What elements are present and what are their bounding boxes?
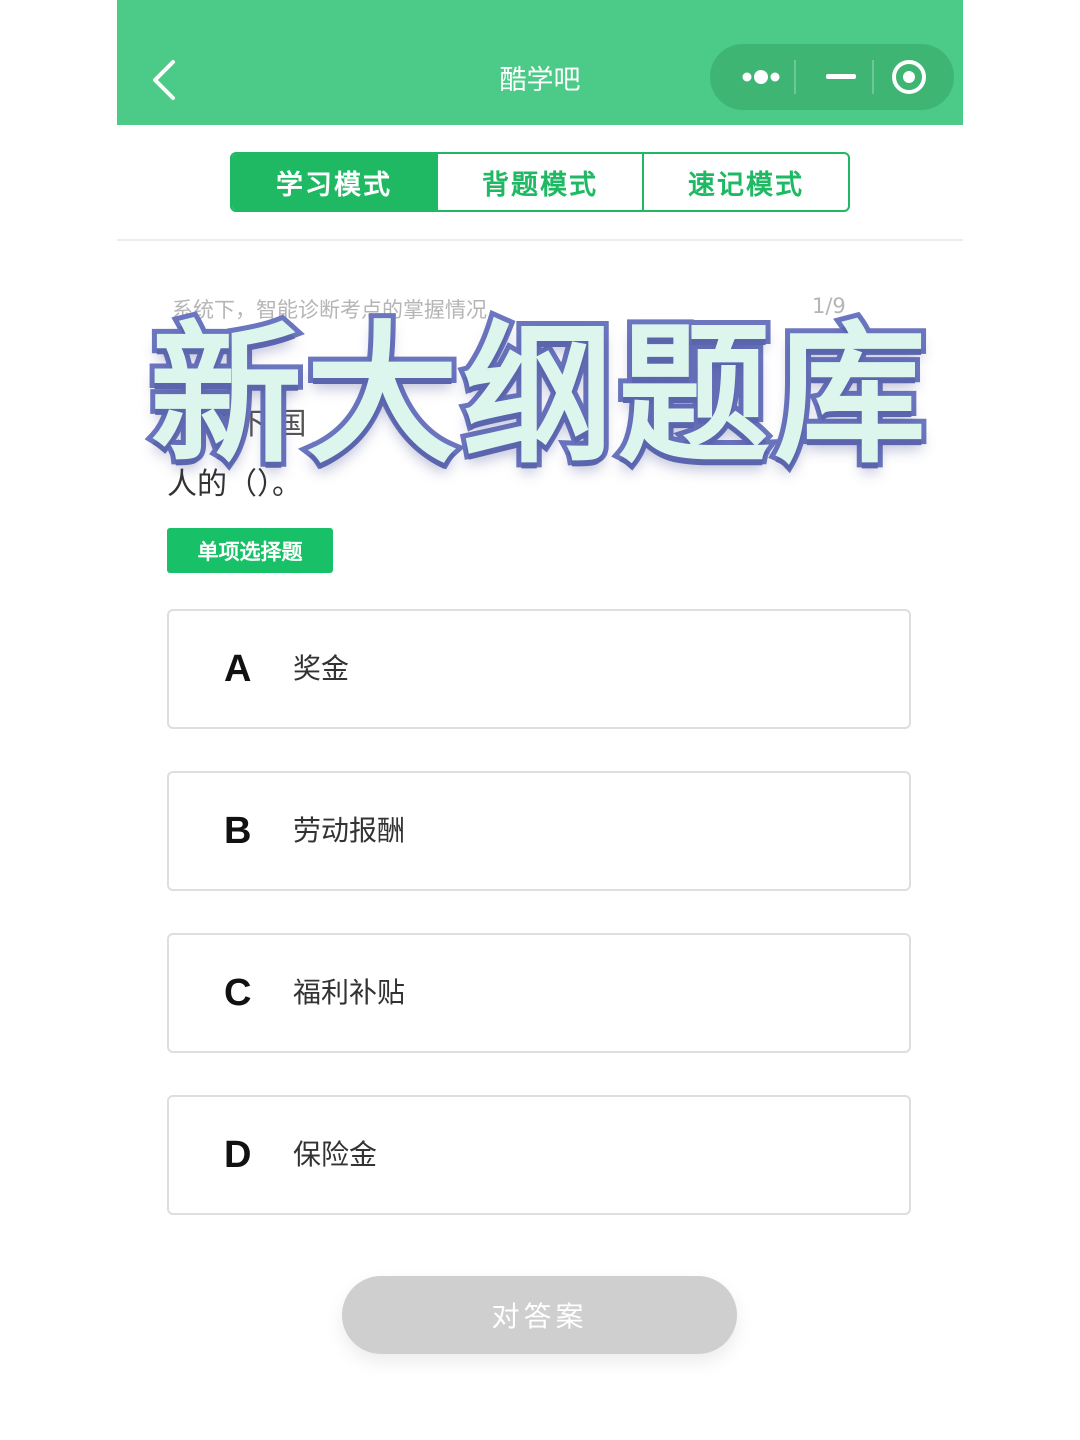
capsule-divider [794, 60, 796, 94]
mode-tabs: 学习模式 背题模式 速记模式 [230, 152, 850, 212]
overlay-banner: 新大纲题库 [0, 292, 1080, 489]
minus-icon [826, 74, 856, 79]
option-b[interactable]: B 劳动报酬 [167, 771, 911, 891]
minimize-button[interactable] [802, 44, 878, 110]
question-type-badge: 单项选择题 [167, 528, 333, 573]
option-letter: A [224, 648, 252, 690]
page: 酷学吧 学习模式 背题模式 速记模式 系统下，智能诊断考点的掌握情况 1/9 的… [0, 0, 1080, 1440]
more-dots-icon [742, 70, 780, 84]
option-text: 劳动报酬 [293, 814, 406, 847]
option-a[interactable]: A 奖金 [167, 609, 911, 729]
title-bar: 酷学吧 [117, 0, 963, 125]
banner-title: 新大纲题库 [145, 302, 931, 489]
tab-recite-mode[interactable]: 背题模式 [436, 154, 642, 210]
check-answer-button[interactable]: 对答案 [342, 1276, 737, 1354]
option-text: 奖金 [293, 652, 350, 685]
mode-tab-bar: 学习模式 背题模式 速记模式 [117, 125, 963, 241]
option-letter: D [224, 1134, 252, 1176]
close-miniapp-button[interactable] [878, 44, 948, 110]
more-button[interactable] [720, 44, 802, 110]
option-text: 福利补贴 [293, 976, 406, 1009]
option-letter: C [224, 972, 252, 1014]
miniapp-capsule [710, 44, 954, 110]
target-circle-icon [892, 60, 926, 94]
option-c[interactable]: C 福利补贴 [167, 933, 911, 1053]
tab-quick-memo-mode[interactable]: 速记模式 [642, 154, 848, 210]
tab-study-mode[interactable]: 学习模式 [232, 154, 436, 210]
option-d[interactable]: D 保险金 [167, 1095, 911, 1215]
option-letter: B [224, 810, 252, 852]
phone-screen: 酷学吧 学习模式 背题模式 速记模式 系统下，智能诊断考点的掌握情况 1/9 的… [117, 0, 963, 1440]
capsule-divider [872, 60, 874, 94]
option-text: 保险金 [293, 1138, 378, 1171]
